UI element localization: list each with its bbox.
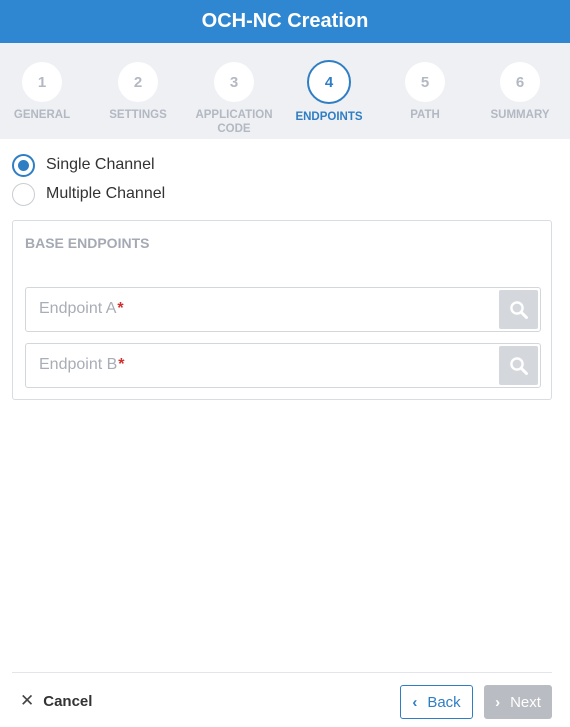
- back-button[interactable]: ‹ Back: [400, 685, 473, 719]
- close-icon: ✕: [20, 691, 35, 710]
- multiple-channel-option[interactable]: Multiple Channel: [12, 182, 165, 206]
- chevron-left-icon: ‹: [412, 693, 418, 711]
- step-path[interactable]: 5 PATH: [380, 62, 470, 122]
- endpoint-b-search-button[interactable]: [499, 346, 538, 385]
- step-endpoints[interactable]: 4 ENDPOINTS: [284, 60, 374, 124]
- step-label: GENERAL: [13, 109, 71, 121]
- required-mark: *: [118, 356, 125, 373]
- dialog-header: OCH-NC Creation: [0, 0, 570, 43]
- endpoint-b-field[interactable]: Endpoint B*: [25, 343, 541, 388]
- radio-label: Multiple Channel: [46, 185, 166, 202]
- endpoint-a-field[interactable]: Endpoint A*: [25, 287, 541, 332]
- step-application-code[interactable]: 3 APPLICATION CODE: [189, 62, 279, 136]
- step-number: 2: [118, 62, 158, 102]
- next-button[interactable]: › Next: [484, 685, 552, 719]
- step-number: 1: [22, 62, 62, 102]
- base-endpoints-panel: BASE ENDPOINTS Endpoint A* Endpoint B*: [12, 220, 552, 400]
- search-icon: [509, 356, 528, 375]
- chevron-right-icon: ›: [495, 693, 501, 711]
- step-settings[interactable]: 2 SETTINGS: [93, 62, 183, 122]
- dialog-title: OCH-NC Creation: [201, 10, 369, 32]
- single-channel-radio[interactable]: [12, 153, 35, 177]
- cancel-button[interactable]: ✕ Cancel: [20, 690, 92, 712]
- endpoint-a-placeholder: Endpoint A*: [39, 300, 124, 317]
- step-number: 3: [214, 62, 254, 102]
- required-mark: *: [117, 300, 124, 317]
- endpoint-a-search-button[interactable]: [499, 290, 538, 329]
- wizard-stepper: 1 GENERAL 2 SETTINGS 3 APPLICATION CODE …: [0, 43, 570, 139]
- step-label: APPLICATION CODE: [195, 109, 273, 135]
- cancel-label: Cancel: [43, 692, 93, 710]
- next-label: Next: [510, 693, 541, 711]
- step-number: 5: [405, 62, 445, 102]
- single-channel-option[interactable]: Single Channel: [12, 153, 155, 177]
- step-summary[interactable]: 6 SUMMARY: [475, 62, 565, 122]
- step-general[interactable]: 1 GENERAL: [0, 62, 87, 122]
- search-icon: [509, 300, 528, 319]
- back-label: Back: [427, 693, 461, 711]
- step-label: ENDPOINTS: [295, 111, 363, 123]
- endpoint-b-placeholder: Endpoint B*: [39, 356, 125, 373]
- step-label: PATH: [410, 109, 440, 121]
- panel-title: BASE ENDPOINTS: [25, 235, 150, 251]
- footer-divider: [12, 672, 552, 673]
- multiple-channel-radio[interactable]: [12, 182, 35, 206]
- radio-label: Single Channel: [46, 156, 155, 173]
- step-label: SUMMARY: [490, 109, 550, 121]
- step-label: SETTINGS: [109, 109, 167, 121]
- step-number: 4: [307, 60, 351, 104]
- step-number: 6: [500, 62, 540, 102]
